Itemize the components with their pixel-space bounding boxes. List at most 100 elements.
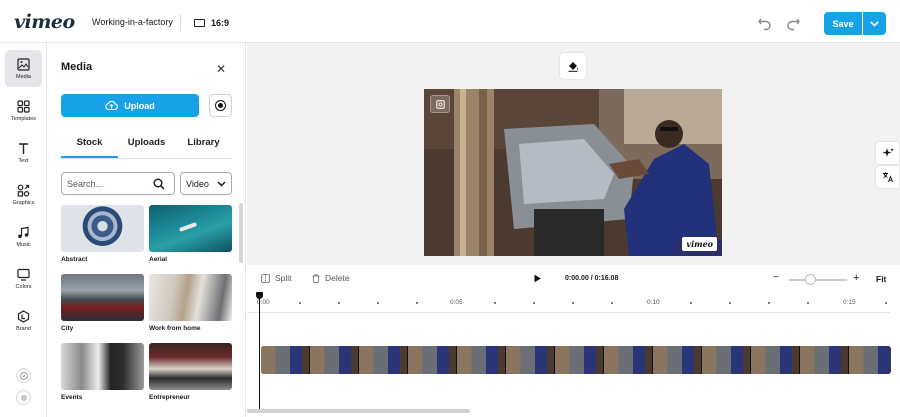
rail-item-label: Media xyxy=(16,73,31,80)
stock-tile-entrepreneur[interactable]: Entrepreneur xyxy=(149,343,232,401)
ai-magic-button[interactable] xyxy=(876,142,899,164)
ruler-tick xyxy=(416,302,418,304)
stock-tile-abstract[interactable]: Abstract xyxy=(61,205,144,263)
redo-icon[interactable] xyxy=(784,13,802,31)
current-time: 0:00.00 xyxy=(565,275,589,282)
image-icon xyxy=(17,57,30,71)
upload-button[interactable]: Upload xyxy=(61,94,199,117)
media-panel: Media ✕ Upload Stock Uploads Library Vid… xyxy=(47,43,246,417)
layer-icon xyxy=(435,99,445,109)
timeline: Split Delete 0:00.00 / 0:16.08 − + Fit 0… xyxy=(247,265,900,417)
media-type-value: Video xyxy=(186,178,209,189)
stock-tile-city[interactable]: City xyxy=(61,274,144,332)
zoom-slider[interactable] xyxy=(789,279,847,281)
rail-item-label: Graphics xyxy=(12,199,35,206)
delete-button[interactable]: Delete xyxy=(312,273,350,283)
tab-stock[interactable]: Stock xyxy=(61,133,118,158)
playhead[interactable] xyxy=(259,293,260,409)
timecode: 0:00.00 / 0:16.08 xyxy=(565,275,619,282)
translate-icon xyxy=(882,172,893,183)
search-input[interactable] xyxy=(67,178,153,189)
video-preview[interactable]: vimeo xyxy=(424,89,722,256)
delete-label: Delete xyxy=(325,273,350,283)
ruler-label: 0:15 xyxy=(843,299,856,306)
media-type-select[interactable]: Video xyxy=(180,172,232,195)
tab-library[interactable]: Library xyxy=(175,133,232,158)
undo-icon[interactable] xyxy=(756,13,774,31)
clip-frame xyxy=(506,346,555,374)
close-icon[interactable]: ✕ xyxy=(216,62,226,76)
tab-uploads[interactable]: Uploads xyxy=(118,133,175,158)
tile-label: Work from home xyxy=(149,325,201,332)
rail-item-graphics[interactable]: Graphics xyxy=(5,176,42,213)
stock-tile-events[interactable]: Events xyxy=(61,343,144,401)
rail-item-label: Templates xyxy=(10,115,37,122)
save-button[interactable]: Save xyxy=(824,12,862,35)
zoom-out-button[interactable]: − xyxy=(773,272,779,283)
rail-item-colors[interactable]: Colors xyxy=(5,260,42,297)
rail-item-brand[interactable]: Brand xyxy=(5,302,42,339)
top-bar: vimeo Working-in-a-factory 16:9 Save xyxy=(0,0,900,43)
vimeo-logo[interactable]: vimeo xyxy=(14,11,75,33)
clip-frame xyxy=(800,346,849,374)
project-title[interactable]: Working-in-a-factory xyxy=(92,17,173,27)
split-button[interactable]: Split xyxy=(261,273,292,283)
clip-frame xyxy=(408,346,457,374)
ruler-tick xyxy=(611,302,613,304)
split-icon xyxy=(261,273,270,283)
fit-button[interactable]: Fit xyxy=(876,274,886,284)
record-icon xyxy=(215,100,226,111)
clip-frame xyxy=(751,346,800,374)
ruler-tick xyxy=(729,302,731,304)
search-box xyxy=(61,172,175,195)
aspect-ratio-label: 16:9 xyxy=(211,17,230,28)
rail-item-media[interactable]: Media xyxy=(5,50,42,87)
upload-label: Upload xyxy=(124,100,155,111)
compass-icon xyxy=(19,371,28,380)
stock-tile-work-from-home[interactable]: Work from home xyxy=(149,274,232,332)
save-options-button[interactable] xyxy=(863,12,886,35)
tile-label: Entrepreneur xyxy=(149,394,190,401)
play-icon[interactable] xyxy=(533,274,542,283)
ruler-tick xyxy=(807,302,809,304)
clip-frame xyxy=(457,346,506,374)
clip-frame xyxy=(702,346,751,374)
preview-stage: vimeo xyxy=(247,43,900,265)
clip-frame xyxy=(555,346,604,374)
ruler-tick xyxy=(690,302,692,304)
rail-item-templates[interactable]: Templates xyxy=(5,92,42,129)
paint-bucket-icon xyxy=(568,62,578,72)
panel-scrollbar[interactable] xyxy=(239,203,243,263)
time-ruler[interactable]: 0:00 0:05 0:10 0:15 xyxy=(257,295,897,311)
timeline-scrollbar[interactable] xyxy=(247,409,470,413)
monitor-icon xyxy=(17,268,30,281)
panel-title: Media xyxy=(61,61,93,73)
rail-item-text[interactable]: Text xyxy=(5,134,42,171)
search-icon[interactable] xyxy=(153,178,165,190)
translate-button[interactable] xyxy=(876,166,899,188)
aspect-ratio-button[interactable]: 16:9 xyxy=(194,14,229,31)
background-fill-button[interactable] xyxy=(560,53,586,79)
split-label: Split xyxy=(275,273,292,283)
thumbnail xyxy=(149,274,232,321)
help-button[interactable] xyxy=(16,368,31,383)
settings-button[interactable] xyxy=(16,390,31,405)
ruler-baseline xyxy=(247,312,890,313)
video-clip-track[interactable] xyxy=(261,346,891,374)
zoom-in-button[interactable]: + xyxy=(853,272,859,284)
divider xyxy=(180,14,181,31)
ruler-tick xyxy=(533,302,535,304)
ruler-tick xyxy=(494,302,496,304)
stock-tile-aerial[interactable]: Aerial xyxy=(149,205,232,263)
zoom-slider-handle[interactable] xyxy=(805,274,816,285)
video-overlay-badge[interactable] xyxy=(430,95,450,113)
duration: 0:16.08 xyxy=(594,275,619,282)
rail-item-label: Brand xyxy=(16,325,31,332)
ruler-label: 0:05 xyxy=(450,299,463,306)
ruler-tick xyxy=(572,302,574,304)
tile-label: Events xyxy=(61,394,83,401)
shapes-icon xyxy=(17,184,30,197)
record-button[interactable] xyxy=(209,94,232,117)
rail-item-music[interactable]: Music xyxy=(5,218,42,255)
ruler-tick xyxy=(885,302,887,304)
